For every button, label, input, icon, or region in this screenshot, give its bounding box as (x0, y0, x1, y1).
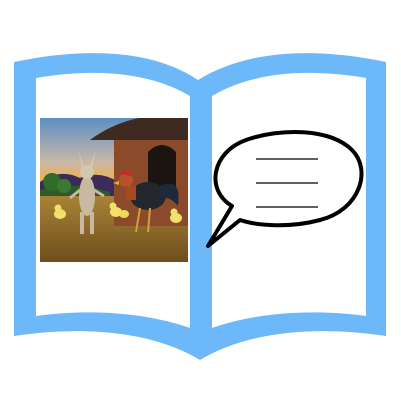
open-book-icon (14, 53, 386, 360)
story-illustration (40, 118, 188, 262)
open-book-speech-graphic (0, 0, 401, 401)
